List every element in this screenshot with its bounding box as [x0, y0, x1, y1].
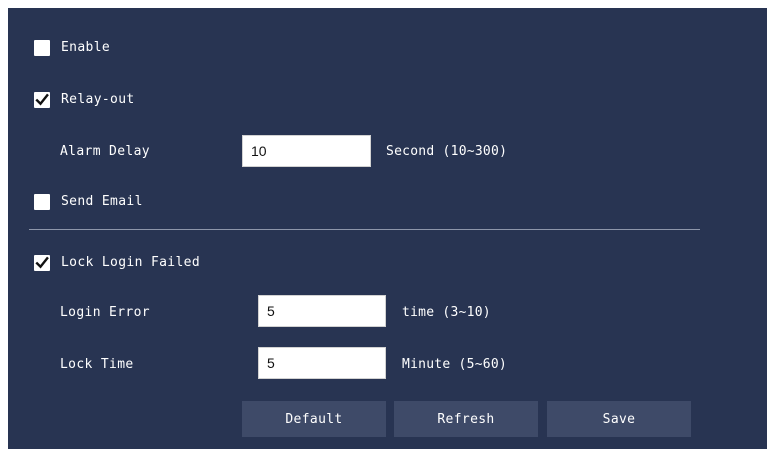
checkmark-icon — [35, 256, 49, 269]
send-email-label: Send Email — [61, 194, 143, 209]
send-email-option[interactable]: Send Email — [34, 190, 143, 214]
lock-login-failed-checkbox[interactable] — [34, 255, 50, 271]
lock-time-unit: Minute (5~60) — [402, 357, 507, 372]
send-email-checkbox[interactable] — [34, 194, 50, 210]
checkmark-icon — [35, 93, 49, 106]
refresh-button[interactable]: Refresh — [394, 401, 538, 437]
default-button[interactable]: Default — [242, 401, 386, 437]
lock-time-input[interactable] — [258, 347, 386, 379]
alarm-delay-unit: Second (10~300) — [386, 144, 508, 159]
relay-out-label: Relay-out — [61, 92, 135, 107]
enable-checkbox[interactable] — [34, 40, 50, 56]
enable-option[interactable]: Enable — [34, 36, 110, 60]
lock-login-failed-option[interactable]: Lock Login Failed — [34, 251, 200, 275]
save-button[interactable]: Save — [547, 401, 691, 437]
lock-time-label: Lock Time — [60, 357, 134, 372]
relay-out-checkbox[interactable] — [34, 92, 50, 108]
lock-login-failed-label: Lock Login Failed — [61, 255, 201, 270]
login-error-unit: time (3~10) — [402, 305, 491, 320]
enable-label: Enable — [61, 40, 111, 55]
alarm-delay-label: Alarm Delay — [60, 144, 150, 159]
alarm-delay-input[interactable] — [242, 135, 371, 167]
login-error-input[interactable] — [258, 295, 386, 327]
login-error-label: Login Error — [60, 305, 150, 320]
relay-out-option[interactable]: Relay-out — [34, 88, 135, 112]
section-divider — [29, 229, 700, 230]
alarm-settings-panel: Enable Relay-out Alarm Delay Second (10~… — [8, 8, 767, 449]
